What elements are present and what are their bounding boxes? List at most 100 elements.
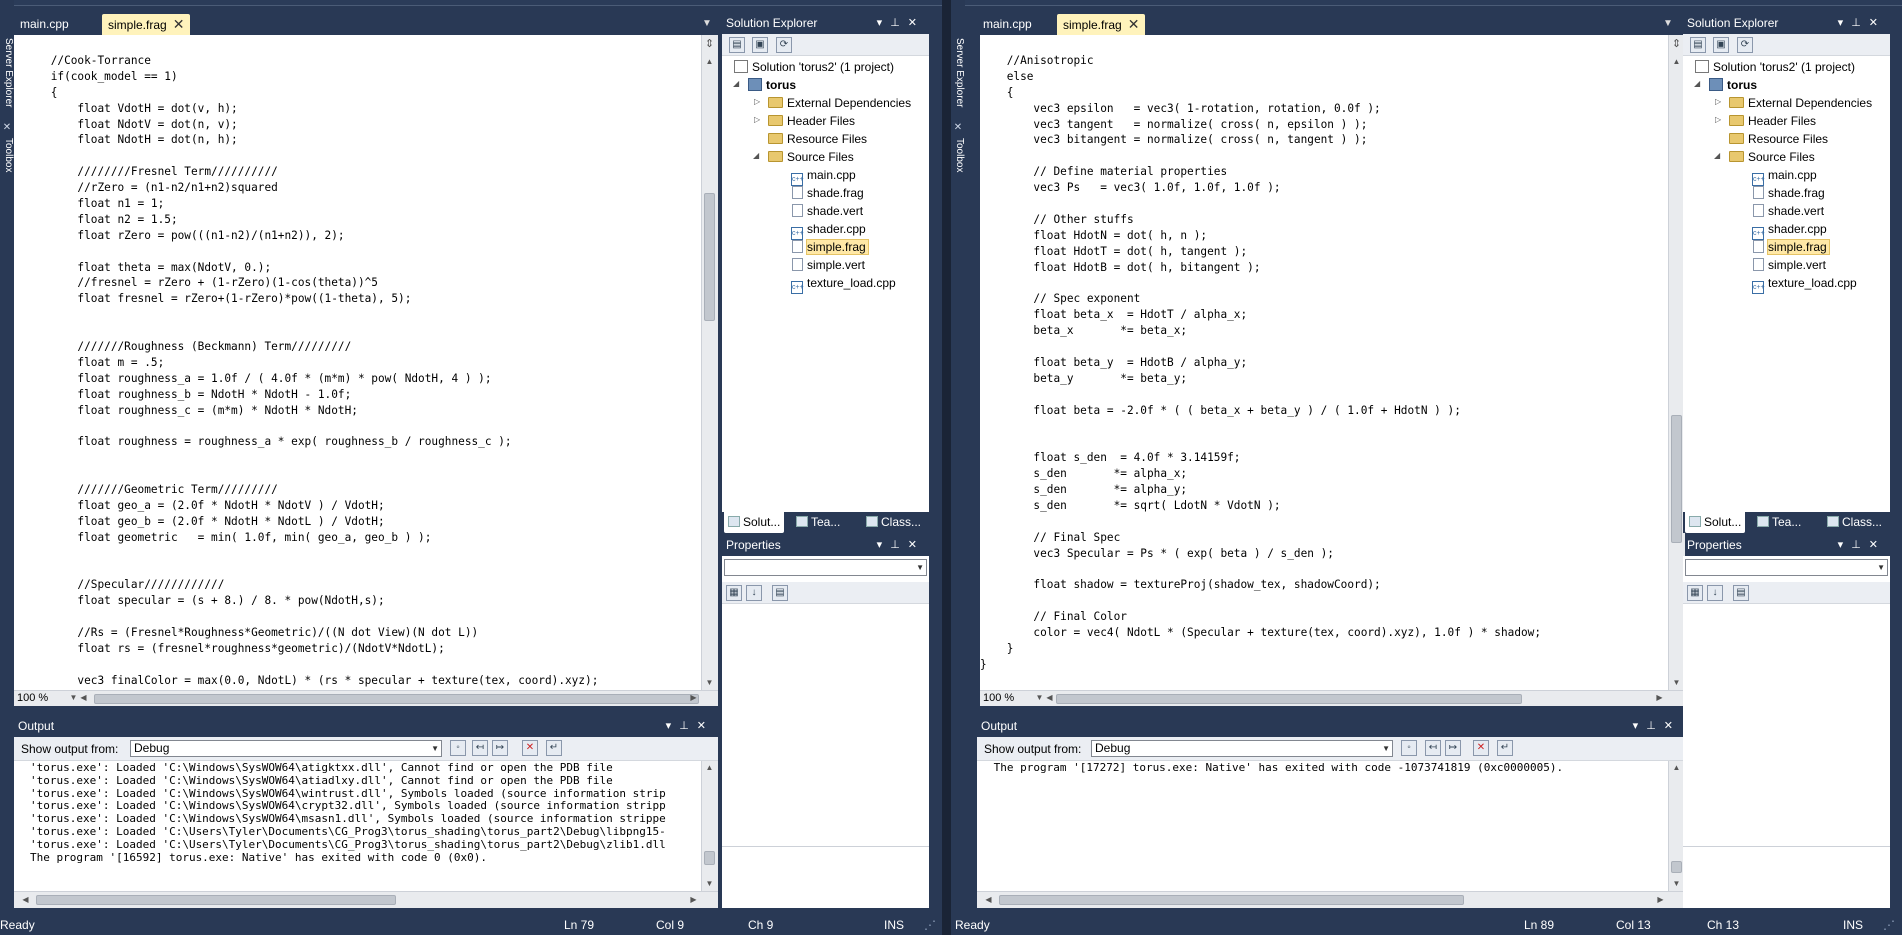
refresh-icon[interactable]: ⟳ <box>776 37 792 53</box>
scroll-left-arrow[interactable]: ◀ <box>76 693 91 702</box>
sort-alphabetical-icon[interactable]: ↓ <box>1707 585 1723 601</box>
properties-icon[interactable]: ▤ <box>729 37 745 53</box>
tree-item-shade-frag[interactable]: shade.frag <box>1751 186 1825 201</box>
scroll-right-arrow[interactable]: ▶ <box>1652 693 1667 702</box>
tree-item-source-files[interactable]: Source Files <box>768 150 854 165</box>
toolbox-tab[interactable]: Toolbox <box>0 138 14 172</box>
tree-item-source-files[interactable]: Source Files <box>1729 150 1815 165</box>
collapse-icon[interactable]: ◢ <box>733 79 739 88</box>
tree-item-simple-frag[interactable]: simple.frag <box>790 239 869 255</box>
next-message-icon[interactable]: ↦ <box>492 740 508 756</box>
tree-item-solution[interactable]: Solution 'torus2' (1 project) <box>1695 60 1855 75</box>
tab-class-view[interactable]: Class... <box>866 512 921 533</box>
code-text[interactable]: //Anisotropic else { vec3 epsilon = vec3… <box>980 53 1541 673</box>
scroll-thumb[interactable] <box>704 193 715 321</box>
zoom-level[interactable]: 100 % <box>980 692 1014 704</box>
tab-team-explorer[interactable]: Tea... <box>1757 512 1801 533</box>
properties-object-select[interactable]: ▼ <box>724 559 927 576</box>
property-pages-icon[interactable]: ▤ <box>1733 585 1749 601</box>
resize-grip-icon[interactable]: ⋰ <box>924 915 936 935</box>
scroll-thumb[interactable] <box>704 851 715 865</box>
tree-item-header-files[interactable]: Header Files <box>1729 114 1816 129</box>
output-source-select[interactable]: Debug ▼ <box>130 740 442 757</box>
scroll-left-arrow[interactable]: ◀ <box>981 895 996 904</box>
tab-simple-frag[interactable]: simple.frag ✕ <box>1057 14 1146 35</box>
split-icon[interactable]: ⇕ <box>702 37 717 50</box>
show-all-files-icon[interactable]: ▣ <box>752 37 768 53</box>
next-message-icon[interactable]: ↦ <box>1445 740 1461 756</box>
scroll-up-arrow[interactable]: ▲ <box>702 763 717 772</box>
sort-alphabetical-icon[interactable]: ↓ <box>746 585 762 601</box>
expand-icon[interactable]: ▷ <box>1715 115 1721 124</box>
categorized-icon[interactable]: ▦ <box>1687 585 1703 601</box>
tree-item-solution[interactable]: Solution 'torus2' (1 project) <box>734 60 894 75</box>
tree-item-external-deps[interactable]: External Dependencies <box>1729 96 1872 111</box>
pane-buttons[interactable]: ▾⊥✕ <box>1633 717 1681 736</box>
scroll-thumb[interactable] <box>94 694 699 704</box>
scroll-up-arrow[interactable]: ▲ <box>1669 57 1684 66</box>
zoom-level[interactable]: 100 % <box>14 692 48 704</box>
tree-item-shade-vert[interactable]: shade.vert <box>790 204 863 219</box>
tree-item-resource-files[interactable]: Resource Files <box>1729 132 1828 147</box>
tab-simple-frag[interactable]: simple.frag ✕ <box>102 14 191 35</box>
collapse-icon[interactable]: ◢ <box>1694 79 1700 88</box>
tree-item-shade-vert[interactable]: shade.vert <box>1751 204 1824 219</box>
expand-icon[interactable]: ▷ <box>754 97 760 106</box>
property-pages-icon[interactable]: ▤ <box>772 585 788 601</box>
chevron-down-icon[interactable]: ▼ <box>702 18 712 29</box>
word-wrap-icon[interactable]: ↵ <box>546 740 562 756</box>
scroll-thumb[interactable] <box>1671 415 1682 543</box>
chevron-down-icon[interactable]: ▼ <box>1663 18 1673 29</box>
tree-item-resource-files[interactable]: Resource Files <box>768 132 867 147</box>
close-icon[interactable]: ✕ <box>1128 14 1140 35</box>
pane-buttons[interactable]: ▾⊥✕ <box>1838 536 1886 555</box>
tab-main-cpp[interactable]: main.cpp <box>14 14 75 35</box>
output-text[interactable]: 'torus.exe': Loaded 'C:\Windows\SysWOW64… <box>30 762 698 886</box>
output-vertical-scrollbar[interactable]: ▲ ▼ <box>701 761 718 891</box>
tree-item-shader-cpp[interactable]: c++ shader.cpp <box>790 222 866 240</box>
tree-item-main-cpp[interactable]: c++ main.cpp <box>790 168 856 186</box>
collapse-icon[interactable]: ◢ <box>1714 151 1720 160</box>
tree-item-shader-cpp[interactable]: c++ shader.cpp <box>1751 222 1827 240</box>
scroll-right-arrow[interactable]: ▶ <box>686 895 701 904</box>
scroll-left-arrow[interactable]: ◀ <box>18 895 33 904</box>
previous-message-icon[interactable]: ↤ <box>1425 740 1441 756</box>
scroll-down-arrow[interactable]: ▼ <box>1669 879 1684 888</box>
tree-item-simple-vert[interactable]: simple.vert <box>1751 258 1826 273</box>
tree-item-external-deps[interactable]: External Dependencies <box>768 96 911 111</box>
tab-class-view[interactable]: Class... <box>1827 512 1882 533</box>
properties-icon[interactable]: ▤ <box>1690 37 1706 53</box>
right-code-editor[interactable]: //Anisotropic else { vec3 epsilon = vec3… <box>980 35 1685 706</box>
scroll-thumb[interactable] <box>1056 694 1522 704</box>
scroll-right-arrow[interactable]: ▶ <box>1653 895 1668 904</box>
scroll-right-arrow[interactable]: ▶ <box>686 693 701 702</box>
clear-all-icon[interactable]: ✕ <box>522 740 538 756</box>
split-icon[interactable]: ⇕ <box>1669 37 1684 50</box>
tab-main-cpp[interactable]: main.cpp <box>977 14 1038 35</box>
tree-item-header-files[interactable]: Header Files <box>768 114 855 129</box>
output-horizontal-scrollbar[interactable]: ◀ ▶ <box>14 891 718 908</box>
tree-item-project[interactable]: torus <box>748 78 796 93</box>
tree-item-main-cpp[interactable]: c++ main.cpp <box>1751 168 1817 186</box>
pane-buttons[interactable]: ▾⊥✕ <box>877 14 925 33</box>
clear-all-icon[interactable]: ✕ <box>1473 740 1489 756</box>
collapse-icon[interactable]: ◢ <box>753 151 759 160</box>
categorized-icon[interactable]: ▦ <box>726 585 742 601</box>
properties-object-select[interactable]: ▼ <box>1685 559 1888 576</box>
scroll-thumb[interactable] <box>1671 861 1682 873</box>
horizontal-scrollbar[interactable]: 100 % ▼ ◀ ▶ <box>14 690 718 706</box>
find-message-icon[interactable]: ◦ <box>450 740 466 756</box>
output-horizontal-scrollbar[interactable]: ◀ ▶ <box>977 891 1685 908</box>
server-explorer-tab[interactable]: Server Explorer <box>951 38 965 107</box>
tree-item-texture-load-cpp[interactable]: c++ texture_load.cpp <box>790 276 896 294</box>
word-wrap-icon[interactable]: ↵ <box>1497 740 1513 756</box>
scroll-down-arrow[interactable]: ▼ <box>702 678 717 687</box>
output-source-select[interactable]: Debug ▼ <box>1091 740 1393 757</box>
previous-message-icon[interactable]: ↤ <box>472 740 488 756</box>
output-text[interactable]: The program '[17272] torus.exe: Native' … <box>987 762 1659 886</box>
expand-icon[interactable]: ▷ <box>1715 97 1721 106</box>
tree-item-project[interactable]: torus <box>1709 78 1757 93</box>
toolbox-tab[interactable]: Toolbox <box>951 138 965 172</box>
tree-item-texture-load-cpp[interactable]: c++ texture_load.cpp <box>1751 276 1857 294</box>
pane-buttons[interactable]: ▾⊥✕ <box>877 536 925 555</box>
